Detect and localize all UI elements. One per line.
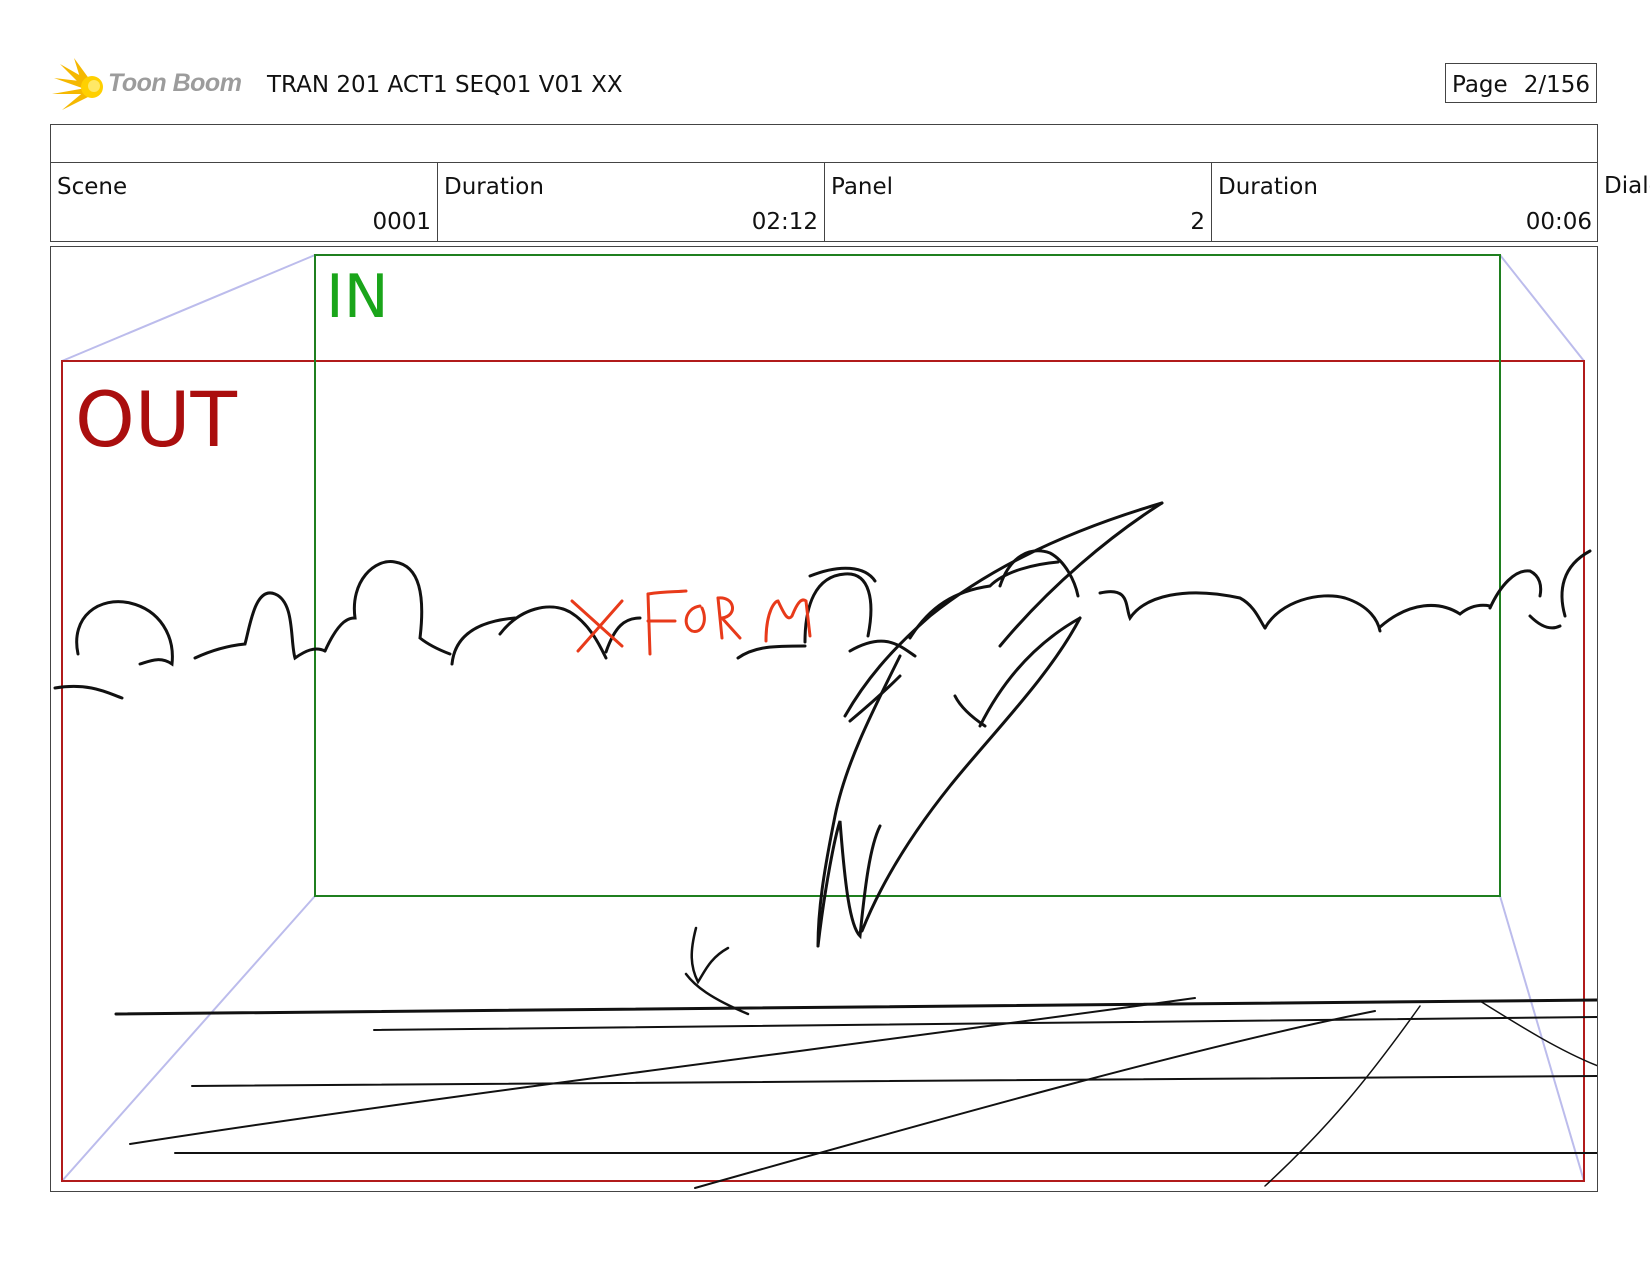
perspective-lines — [61, 254, 1585, 1182]
info-row: Scene 0001 Duration 02:12 Panel 2 Durati… — [50, 162, 1598, 242]
panel-sketch — [53, 254, 1597, 1189]
in-frame-label: IN — [326, 262, 389, 332]
panel-duration-cell: Duration 00:06 — [1212, 163, 1598, 241]
toon-boom-logo: Toon Boom — [52, 58, 252, 112]
logo-text: Toon Boom — [108, 69, 242, 97]
scene-duration-label: Duration — [444, 174, 544, 200]
page-number: 2/156 — [1523, 72, 1590, 98]
panel-duration-value: 00:06 — [1525, 209, 1592, 235]
scene-duration-cell: Duration 02:12 — [438, 163, 825, 241]
panel-label: Panel — [831, 174, 894, 200]
panel-value: 2 — [1190, 209, 1205, 235]
panel-cell: Panel 2 — [825, 163, 1212, 241]
dialog-label: Dialo — [1604, 173, 1650, 199]
ground-sketch — [114, 997, 1597, 1189]
scene-value: 0001 — [372, 209, 431, 235]
in-frame — [314, 254, 1501, 897]
starburst-icon — [52, 58, 103, 110]
storyboard-panel: IN OUT — [50, 246, 1598, 1192]
document-title: TRAN 201 ACT1 SEQ01 V01 XX — [267, 72, 623, 98]
page-label: Page — [1452, 72, 1508, 98]
panel-duration-label: Duration — [1218, 174, 1318, 200]
crowd-sketch — [53, 549, 1592, 700]
scene-cell: Scene 0001 — [51, 163, 438, 241]
out-frame-label: OUT — [75, 375, 237, 464]
header-bar — [50, 124, 1598, 163]
grass-tick-sketch — [684, 926, 750, 1016]
page-indicator: Page 2/156 — [1445, 63, 1597, 103]
scene-duration-value: 02:12 — [751, 209, 818, 235]
out-frame — [61, 360, 1585, 1182]
scene-label: Scene — [57, 174, 128, 200]
figure-sketch — [816, 501, 1164, 948]
